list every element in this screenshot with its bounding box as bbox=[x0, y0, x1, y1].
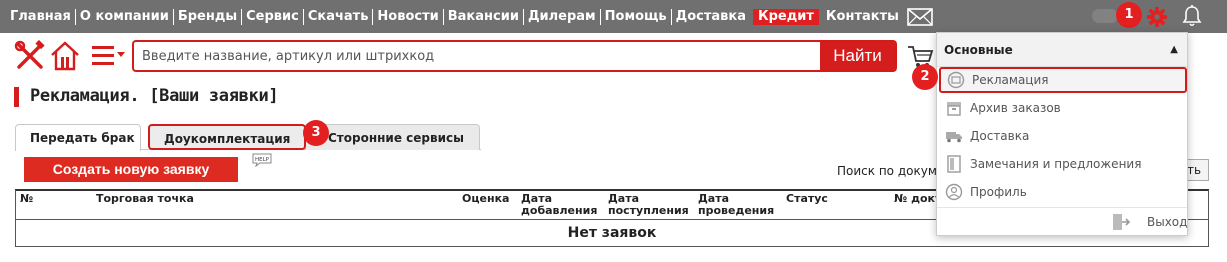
help-icon-label: HELP bbox=[255, 157, 270, 163]
dropdown-item-label: Доставка bbox=[970, 129, 1030, 143]
dropdown-exit[interactable]: Выход bbox=[937, 207, 1187, 235]
truck-icon bbox=[946, 132, 962, 143]
home-icon[interactable] bbox=[50, 40, 80, 72]
search-input[interactable] bbox=[134, 42, 820, 70]
tab-send-defect[interactable]: Передать брак bbox=[15, 124, 141, 151]
nav-item-news[interactable]: Новости bbox=[373, 9, 444, 25]
help-icon[interactable]: HELP bbox=[252, 153, 272, 167]
settings-dropdown: Основные ▲ Рекламация Архив заказов Дост… bbox=[936, 32, 1188, 236]
title-accent-bar bbox=[14, 87, 19, 107]
nav-item-download[interactable]: Скачать bbox=[304, 9, 374, 25]
user-icon bbox=[945, 183, 963, 201]
step-badge-2: 2 bbox=[912, 64, 938, 90]
column-header-rating[interactable]: Оценка bbox=[462, 193, 509, 205]
search-button[interactable]: Найти bbox=[820, 42, 895, 70]
nav-item-contacts[interactable]: Контакты bbox=[822, 9, 903, 25]
tools-logo-icon[interactable] bbox=[14, 40, 46, 72]
create-request-button[interactable]: Создать новую заявку bbox=[24, 157, 238, 182]
dropdown-item-feedback[interactable]: Замечания и предложения bbox=[939, 151, 1187, 177]
dropdown-item-label: Замечания и предложения bbox=[970, 157, 1142, 171]
logout-label[interactable]: Выход bbox=[1147, 215, 1187, 229]
gear-icon[interactable] bbox=[1146, 6, 1168, 28]
complaint-icon bbox=[947, 71, 965, 89]
nav-item-service[interactable]: Сервис bbox=[242, 9, 304, 25]
tab-completion[interactable]: Доукомплектация bbox=[148, 124, 306, 150]
bell-icon[interactable] bbox=[1180, 4, 1204, 28]
dropdown-header-label: Основные bbox=[944, 43, 1013, 57]
column-header-doc-number[interactable]: № документа bbox=[894, 193, 936, 205]
mail-icon[interactable] bbox=[907, 8, 933, 26]
dropdown-item-label: Профиль bbox=[970, 185, 1027, 199]
nav-item-help[interactable]: Помощь bbox=[601, 9, 672, 25]
dropdown-item-order-archive[interactable]: Архив заказов bbox=[939, 95, 1187, 121]
column-header-status[interactable]: Статус bbox=[786, 193, 828, 205]
nav-item-brands[interactable]: Бренды bbox=[174, 9, 243, 25]
nav-item-vacancies[interactable]: Вакансии bbox=[444, 9, 524, 25]
menu-icon[interactable] bbox=[92, 44, 126, 68]
logout-icon[interactable] bbox=[1111, 213, 1131, 231]
search-box: Найти bbox=[132, 40, 897, 72]
step-badge-1: 1 bbox=[1116, 2, 1142, 28]
dropdown-item-complaint[interactable]: Рекламация bbox=[939, 67, 1187, 93]
nav-item-home[interactable]: Главная bbox=[10, 9, 76, 25]
dropdown-header[interactable]: Основные ▲ bbox=[937, 33, 1187, 67]
column-header-number[interactable]: № bbox=[20, 193, 33, 205]
archive-icon bbox=[947, 102, 961, 116]
caret-up-icon[interactable]: ▲ bbox=[1170, 33, 1178, 67]
column-header-date-added[interactable]: Дата добавления bbox=[521, 193, 597, 217]
top-navigation: Главная О компании Бренды Сервис Скачать… bbox=[0, 0, 1227, 33]
nav-list: Главная О компании Бренды Сервис Скачать… bbox=[10, 8, 933, 26]
user-avatar-blurred bbox=[1092, 9, 1118, 23]
nav-item-credit[interactable]: Кредит bbox=[753, 9, 819, 25]
nav-item-about[interactable]: О компании bbox=[76, 9, 174, 25]
column-header-outlet[interactable]: Торговая точка bbox=[96, 193, 194, 205]
column-header-date-received[interactable]: Дата поступления bbox=[608, 193, 690, 217]
dropdown-item-label: Рекламация bbox=[972, 73, 1049, 87]
tab-third-party-services[interactable]: Сторонние сервисы bbox=[305, 124, 480, 150]
dropdown-item-delivery[interactable]: Доставка bbox=[939, 123, 1187, 149]
nav-item-dealers[interactable]: Дилерам bbox=[524, 9, 601, 25]
page-title: Рекламация. [Ваши заявки] bbox=[30, 86, 279, 106]
step-badge-3: 3 bbox=[303, 120, 329, 146]
column-header-date-held[interactable]: Дата проведения bbox=[698, 193, 776, 217]
note-icon bbox=[947, 155, 961, 173]
nav-item-delivery[interactable]: Доставка bbox=[672, 9, 750, 25]
dropdown-item-label: Архив заказов bbox=[970, 101, 1061, 115]
dropdown-item-profile[interactable]: Профиль bbox=[939, 179, 1187, 205]
